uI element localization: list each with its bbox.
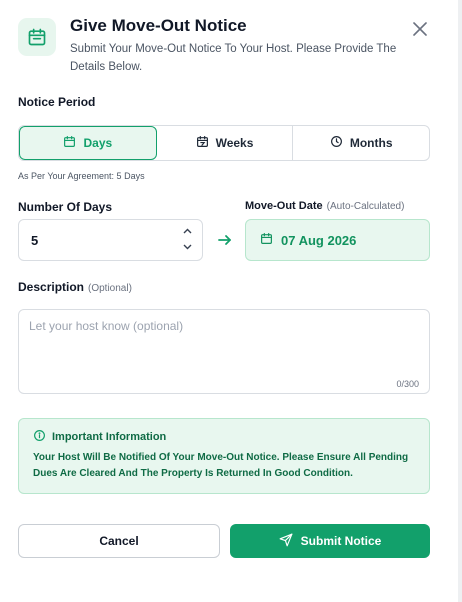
description-label: Description (Optional) [18, 280, 132, 294]
info-icon [33, 429, 46, 445]
move-out-date-value: 07 Aug 2026 [281, 232, 357, 248]
character-counter: 0/300 [396, 379, 419, 389]
tab-weeks[interactable]: Weeks [157, 126, 294, 160]
close-icon[interactable] [410, 19, 430, 39]
description-label-text: Description [18, 280, 85, 294]
info-text: Your Host Will Be Notified Of Your Move-… [33, 452, 409, 479]
move-out-date-label: Move-Out Date (Auto-Calculated) [245, 200, 404, 212]
description-placeholder: Let your host know (optional) [29, 319, 184, 333]
optional-note: (Optional) [88, 283, 132, 294]
modal-title: Give Move-Out Notice [70, 16, 247, 35]
calendar-week-icon [196, 135, 209, 151]
tab-months[interactable]: Months [293, 126, 429, 160]
move-out-date-label-text: Move-Out Date [245, 200, 323, 212]
info-title-text: Important Information [52, 431, 167, 443]
auto-calculated-note: (Auto-Calculated) [326, 201, 405, 212]
notice-period-selector: Days Weeks Months [18, 125, 430, 161]
move-out-modal: Give Move-Out Notice Submit Your Move-Ou… [0, 0, 458, 602]
tab-weeks-label: Weeks [215, 136, 254, 150]
number-of-days-label: Number Of Days [18, 200, 113, 214]
calendar-icon [18, 18, 56, 56]
increment-button[interactable] [182, 225, 192, 237]
arrow-right-icon [217, 232, 233, 253]
calendar-icon [260, 232, 273, 248]
submit-notice-label: Submit Notice [300, 534, 382, 548]
submit-notice-button[interactable]: Submit Notice [230, 524, 430, 558]
move-out-date-display: 07 Aug 2026 [245, 219, 430, 261]
tab-months-label: Months [349, 136, 393, 150]
modal-subtitle: Submit Your Move-Out Notice To Your Host… [70, 43, 397, 73]
important-info-box: Important Information Your Host Will Be … [18, 418, 430, 494]
days-stepper [182, 225, 192, 253]
info-title: Important Information [33, 429, 415, 445]
decrement-button[interactable] [182, 241, 192, 253]
tab-days[interactable]: Days [19, 126, 157, 160]
notice-period-label: Notice Period [18, 95, 96, 109]
number-of-days-value: 5 [31, 232, 39, 248]
calendar-icon [63, 135, 76, 151]
clock-icon [330, 135, 343, 151]
scrollbar-track [458, 0, 462, 602]
tab-days-label: Days [83, 136, 113, 150]
agreement-hint: As Per Your Agreement: 5 Days [18, 171, 145, 181]
cancel-button[interactable]: Cancel [18, 524, 220, 558]
number-of-days-input[interactable]: 5 [18, 219, 203, 261]
description-textarea[interactable]: Let your host know (optional) 0/300 [18, 309, 430, 394]
send-icon [279, 533, 293, 550]
